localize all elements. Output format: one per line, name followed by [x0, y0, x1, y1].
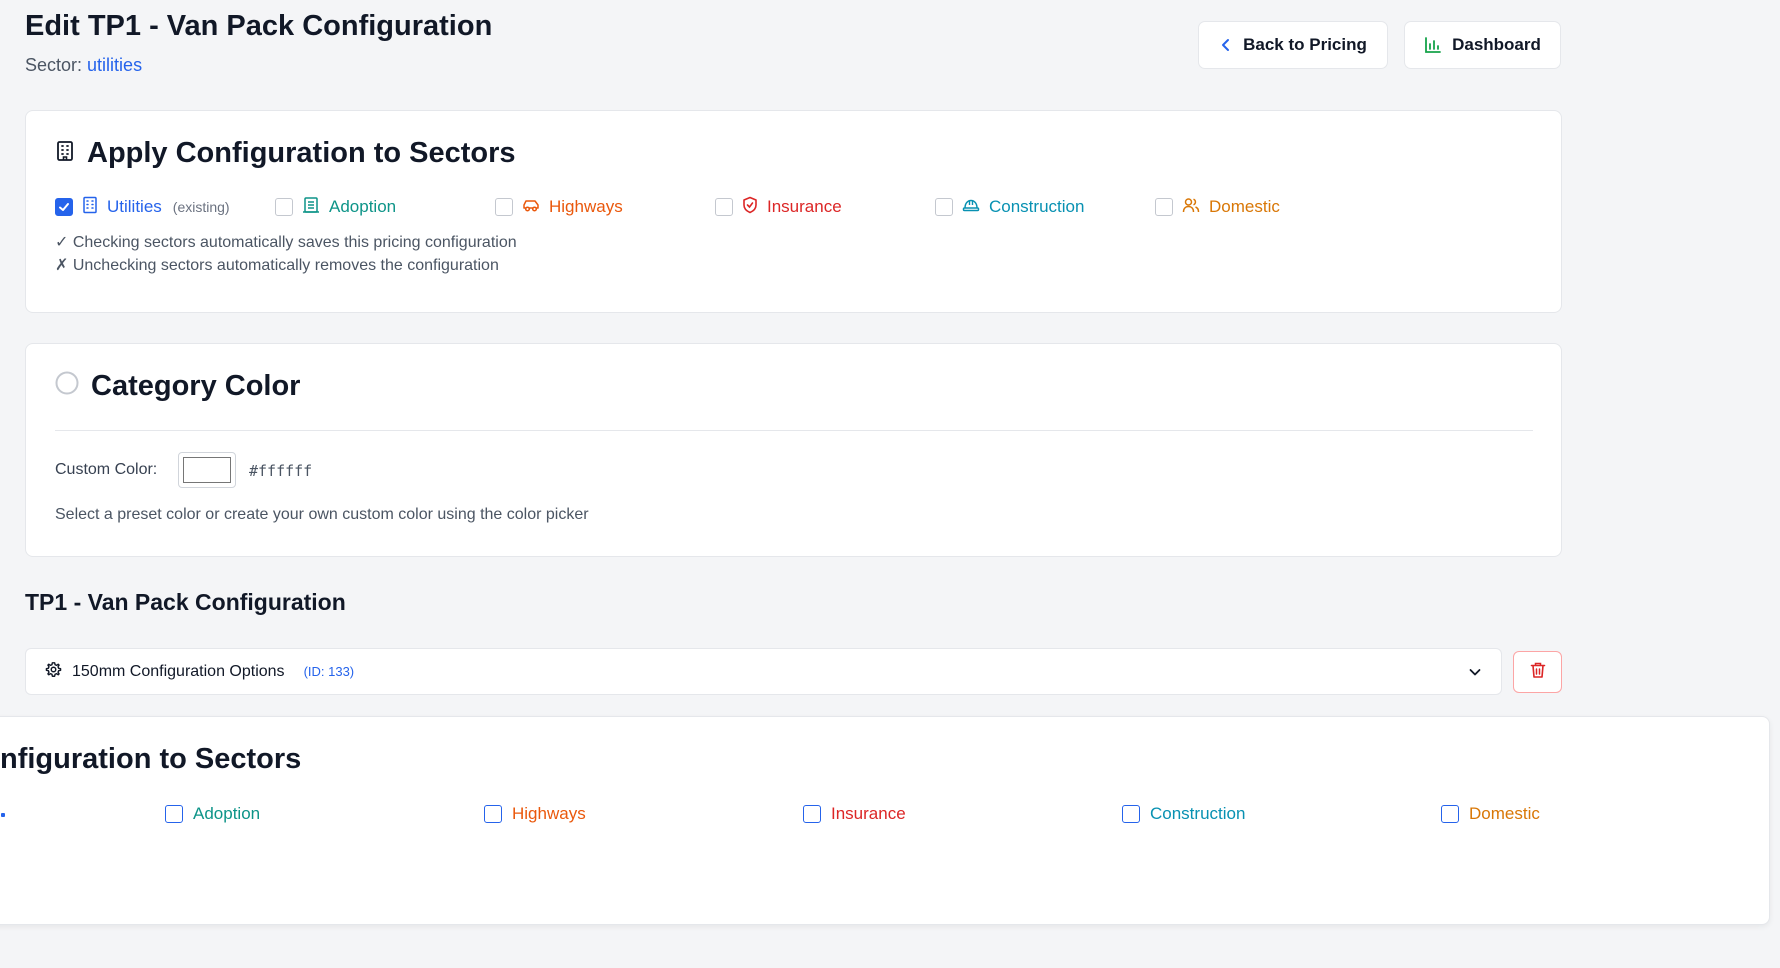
overlay-checkbox-adoption[interactable]: [165, 805, 183, 823]
overlay-option-adoption[interactable]: Adoption: [165, 804, 260, 824]
sector-option-construction[interactable]: Construction: [935, 194, 1084, 220]
color-hex-value: #ffffff: [249, 462, 313, 480]
sector-option-domestic[interactable]: Domestic: [1155, 194, 1280, 220]
sector-label-highways: Highways: [549, 197, 623, 216]
sector-option-adoption[interactable]: Adoption: [275, 194, 396, 220]
sector-checkbox-adoption[interactable]: [275, 198, 293, 216]
apply-sectors-card: Apply Configuration to Sectors Utilities…: [25, 110, 1562, 313]
gear-icon: [45, 661, 62, 683]
sector-label-adoption: Adoption: [329, 197, 397, 216]
back-to-pricing-button[interactable]: Back to Pricing: [1198, 21, 1388, 69]
sector-checkbox-construction[interactable]: [935, 198, 953, 216]
sector-option-highways[interactable]: Highways: [495, 194, 623, 220]
apply-sectors-header: Apply Configuration to Sectors: [55, 137, 516, 170]
page-title: Edit TP1 - Van Pack Configuration: [25, 10, 493, 42]
apply-sectors-title: Apply Configuration to Sectors: [87, 137, 516, 169]
sector-note-uncheck: ✗ Unchecking sectors automatically remov…: [55, 257, 499, 274]
back-to-pricing-label: Back to Pricing: [1243, 35, 1367, 54]
color-picker-input[interactable]: [178, 452, 236, 488]
overlay-option-construction[interactable]: Construction: [1122, 804, 1245, 824]
custom-color-label: Custom Color:: [55, 461, 158, 478]
color-help-text: Select a preset color or create your own…: [55, 506, 589, 523]
category-color-card: Category Color Custom Color: #ffffff Sel…: [25, 343, 1562, 557]
sector-checkbox-domestic[interactable]: [1155, 198, 1173, 216]
chevron-down-icon[interactable]: [1467, 664, 1483, 685]
overlay-label-adoption: Adoption: [193, 804, 261, 823]
overlay-option-highways[interactable]: Highways: [484, 804, 586, 824]
bar-chart-icon: [1424, 36, 1442, 54]
sector-label-utilities: Utilities: [107, 197, 162, 216]
overlay-checkbox-highways[interactable]: [484, 805, 502, 823]
color-swatch: [183, 457, 231, 483]
sector-option-utilities[interactable]: Utilities (existing): [55, 194, 230, 220]
sector-line: Sector: utilities: [25, 55, 142, 76]
chevron-left-icon: [1219, 38, 1233, 52]
building-icon: [55, 137, 75, 170]
configuration-accordion[interactable]: 150mm Configuration Options (ID: 133): [25, 648, 1502, 695]
building-icon: [82, 196, 98, 219]
overlay-checkbox-construction[interactable]: [1122, 805, 1140, 823]
overlay-label-insurance: Insurance: [831, 804, 906, 823]
dashboard-label: Dashboard: [1452, 35, 1541, 54]
accordion-label: 150mm Configuration Options: [72, 662, 285, 680]
sector-existing-tag: (existing): [172, 199, 230, 215]
overlay-sectors-card: nfiguration to Sectors Adoption Highways…: [0, 716, 1770, 925]
trash-icon: [1529, 661, 1547, 684]
overlay-sectors-title: nfiguration to Sectors: [0, 743, 302, 775]
overlay-option-domestic[interactable]: Domestic: [1441, 804, 1540, 824]
overlay-checkbox-insurance[interactable]: [803, 805, 821, 823]
sector-label: Sector:: [25, 55, 83, 75]
config-section-title: TP1 - Van Pack Configuration: [25, 589, 346, 615]
sector-option-insurance[interactable]: Insurance: [715, 194, 842, 220]
category-color-title: Category Color: [91, 370, 301, 402]
overlay-checkbox-domestic[interactable]: [1441, 805, 1459, 823]
overlay-option-insurance[interactable]: Insurance: [803, 804, 906, 824]
building-columns-icon: [302, 196, 320, 219]
dashboard-button[interactable]: Dashboard: [1404, 21, 1561, 69]
sector-label-domestic: Domestic: [1209, 197, 1280, 216]
divider: [55, 430, 1533, 431]
delete-button[interactable]: [1513, 651, 1562, 693]
sector-checkbox-highways[interactable]: [495, 198, 513, 216]
sector-label-construction: Construction: [989, 197, 1085, 216]
overlay-label-construction: Construction: [1150, 804, 1246, 823]
accordion-id: (ID: 133): [303, 664, 355, 679]
overlay-partial-mark: [1, 813, 5, 817]
users-icon: [1182, 197, 1200, 218]
sector-checkbox-utilities[interactable]: [55, 198, 73, 216]
sector-link[interactable]: utilities: [87, 55, 142, 75]
sector-label-insurance: Insurance: [767, 197, 842, 216]
sector-note-check: ✓ Checking sectors automatically saves t…: [55, 234, 517, 251]
circle-icon: [55, 370, 79, 403]
sector-checkbox-insurance[interactable]: [715, 198, 733, 216]
category-color-header: Category Color: [55, 370, 300, 403]
shield-icon: [742, 196, 758, 219]
hard-hat-icon: [962, 197, 980, 218]
overlay-label-highways: Highways: [512, 804, 586, 823]
car-icon: [522, 197, 540, 218]
overlay-label-domestic: Domestic: [1469, 804, 1540, 823]
